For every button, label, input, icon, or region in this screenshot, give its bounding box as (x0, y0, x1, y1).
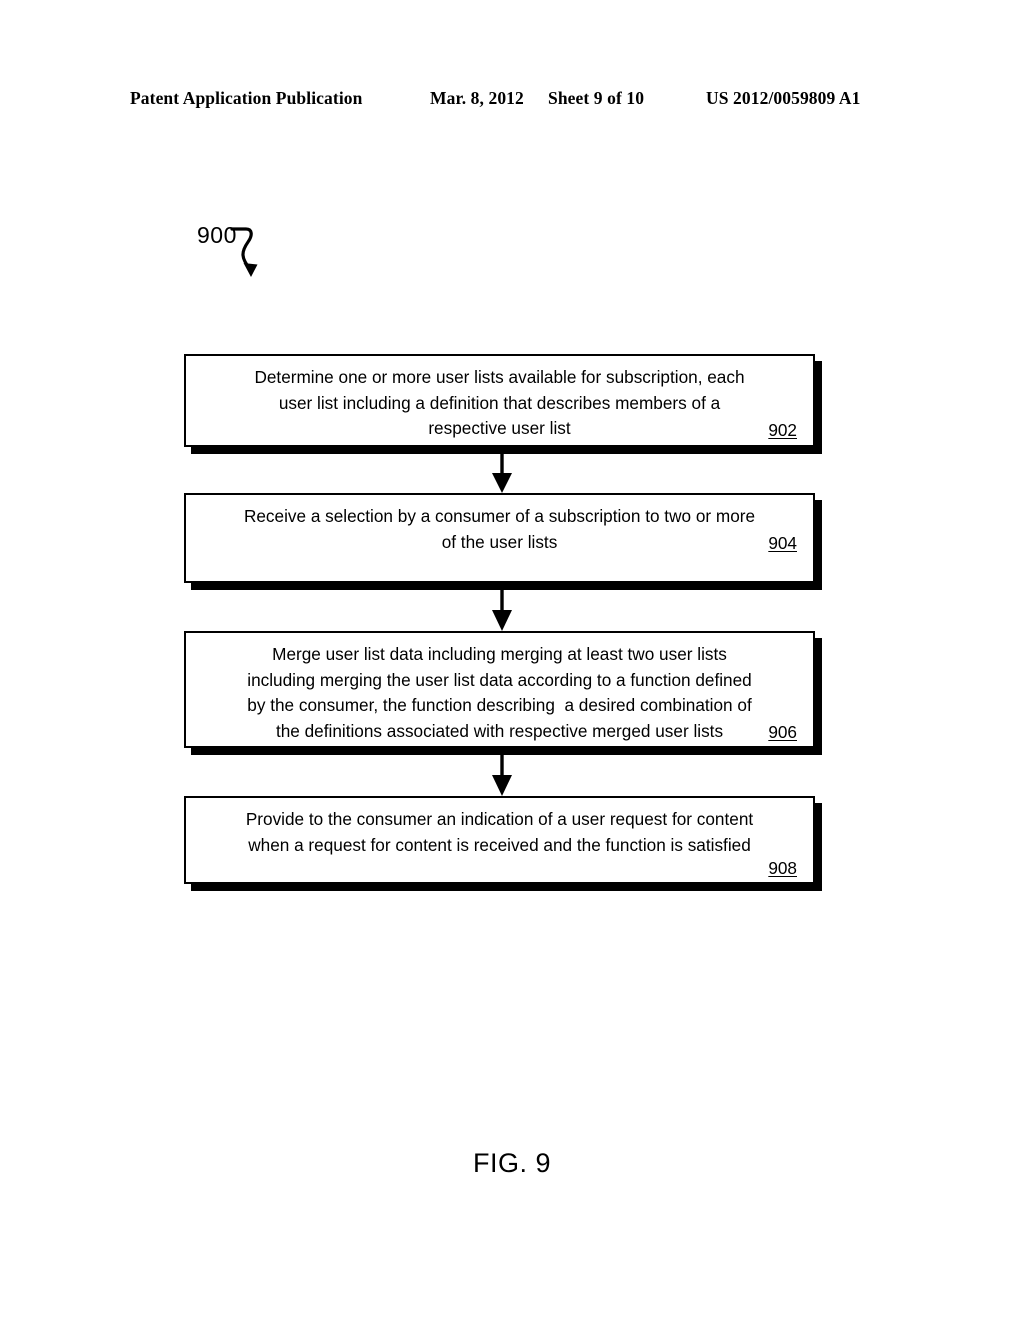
flowchart-step-908: Provide to the consumer an indication of… (184, 796, 815, 884)
flowchart: Determine one or more user lists availab… (0, 0, 1024, 1320)
flowchart-step-906-text: Merge user list data including merging a… (247, 644, 752, 741)
flowchart-step-908-text: Provide to the consumer an indication of… (245, 809, 754, 855)
flowchart-step-902: Determine one or more user lists availab… (184, 354, 815, 447)
flowchart-step-908-number: 908 (768, 858, 797, 878)
figure-caption: FIG. 9 (472, 1148, 551, 1178)
flowchart-step-904: Receive a selection by a consumer of a s… (184, 493, 815, 583)
flowchart-connector-906-to-908 (492, 748, 512, 796)
flowchart-connector-902-to-904 (492, 447, 512, 493)
flowchart-connector-904-to-906 (492, 583, 512, 631)
flowchart-step-906: Merge user list data including merging a… (184, 631, 815, 748)
